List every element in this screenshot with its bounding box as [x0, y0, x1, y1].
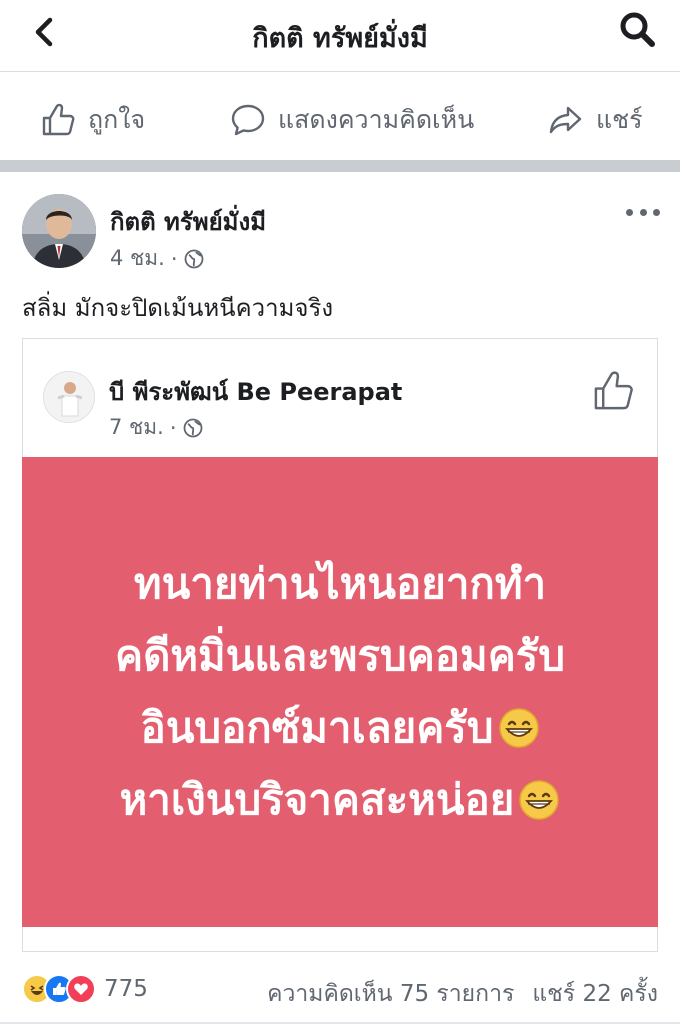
- top-bar: กิตติ ทรัพย์มั่งมี: [0, 0, 680, 72]
- action-bar: ถูกใจ แสดงความคิดเห็น แชร์: [0, 76, 680, 160]
- comment-icon: [231, 104, 265, 136]
- shared-meta: 7 ชม. ·: [109, 411, 203, 444]
- shared-avatar[interactable]: [43, 371, 95, 423]
- share-count[interactable]: แชร์ 22 ครั้ง: [532, 976, 658, 1012]
- comment-count[interactable]: ความคิดเห็น 75 รายการ: [267, 976, 514, 1012]
- share-icon: [549, 106, 582, 134]
- page-title: กิตติ ทรัพย์มั่งมี: [252, 23, 428, 54]
- banner-line: ทนายท่านไหนอยากทำ: [134, 548, 546, 620]
- banner-line: อินบอกซ์มาเลยครับ: [140, 692, 539, 764]
- shared-author[interactable]: บี พีระพัฒน์ Be Peerapat: [109, 372, 402, 411]
- comment-label: แสดงความคิดเห็น: [278, 105, 475, 134]
- shared-profile-photo: [44, 372, 94, 422]
- shared-time[interactable]: 7 ชม.: [109, 411, 164, 444]
- banner-text: หาเงินบริจาคสะหน่อย: [119, 775, 515, 824]
- shared-post[interactable]: บี พีระพัฒน์ Be Peerapat 7 ชม. · ทนายท่า…: [22, 338, 658, 952]
- banner-line: หาเงินบริจาคสะหน่อย: [120, 764, 561, 836]
- profile-photo: [22, 194, 96, 268]
- comment-button[interactable]: แสดงความคิดเห็น: [230, 100, 474, 140]
- search-button[interactable]: [618, 10, 658, 50]
- share-button[interactable]: แชร์: [548, 100, 643, 140]
- banner-line: คดีหมิ่นและพรบคอมครับ: [115, 620, 565, 692]
- text-banner: ทนายท่านไหนอยากทำ คดีหมิ่นและพรบคอมครับ …: [22, 457, 658, 927]
- post-time[interactable]: 4 ชม.: [110, 242, 165, 275]
- grinning-face-emoji-icon: [519, 780, 560, 820]
- meta-separator: ·: [170, 246, 178, 271]
- post-text: สลิ่ม มักจะปิดเม้นหนีความจริง: [22, 294, 334, 322]
- reaction-count: 775: [104, 976, 148, 1002]
- more-options-button[interactable]: [626, 202, 660, 222]
- post-header: กิตติ ทรัพย์มั่งมี 4 ชม. ·: [0, 172, 680, 282]
- banner-text: ทนายท่านไหนอยากทำ: [133, 559, 547, 608]
- banner-text: คดีหมิ่นและพรบคอมครับ: [114, 631, 566, 680]
- section-divider: [0, 160, 680, 172]
- globe-icon: [183, 418, 202, 437]
- love-reaction-icon: [66, 974, 96, 1004]
- post-meta: 4 ชม. ·: [110, 242, 204, 275]
- search-icon: [620, 12, 655, 47]
- meta-separator: ·: [169, 415, 177, 440]
- reaction-summary[interactable]: 775: [22, 974, 148, 1004]
- avatar[interactable]: [22, 194, 96, 268]
- shared-like-button[interactable]: [591, 369, 635, 413]
- globe-icon: [184, 249, 203, 268]
- banner-text: อินบอกซ์มาเลยครับ: [140, 703, 494, 752]
- more-dot: [639, 208, 647, 216]
- post-author[interactable]: กิตติ ทรัพย์มั่งมี: [110, 202, 266, 241]
- post-stats: 775 ความคิดเห็น 75 รายการ แชร์ 22 ครั้ง: [0, 960, 680, 1024]
- engagement-stats: ความคิดเห็น 75 รายการ แชร์ 22 ครั้ง: [267, 976, 658, 1012]
- more-dot: [626, 208, 633, 216]
- grinning-face-emoji-icon: [498, 708, 539, 748]
- like-button[interactable]: ถูกใจ: [40, 100, 145, 140]
- share-label: แชร์: [596, 105, 643, 134]
- thumbs-up-icon: [594, 371, 633, 410]
- thumbs-up-icon: [42, 103, 75, 136]
- like-label: ถูกใจ: [88, 105, 146, 134]
- more-dot: [653, 208, 660, 216]
